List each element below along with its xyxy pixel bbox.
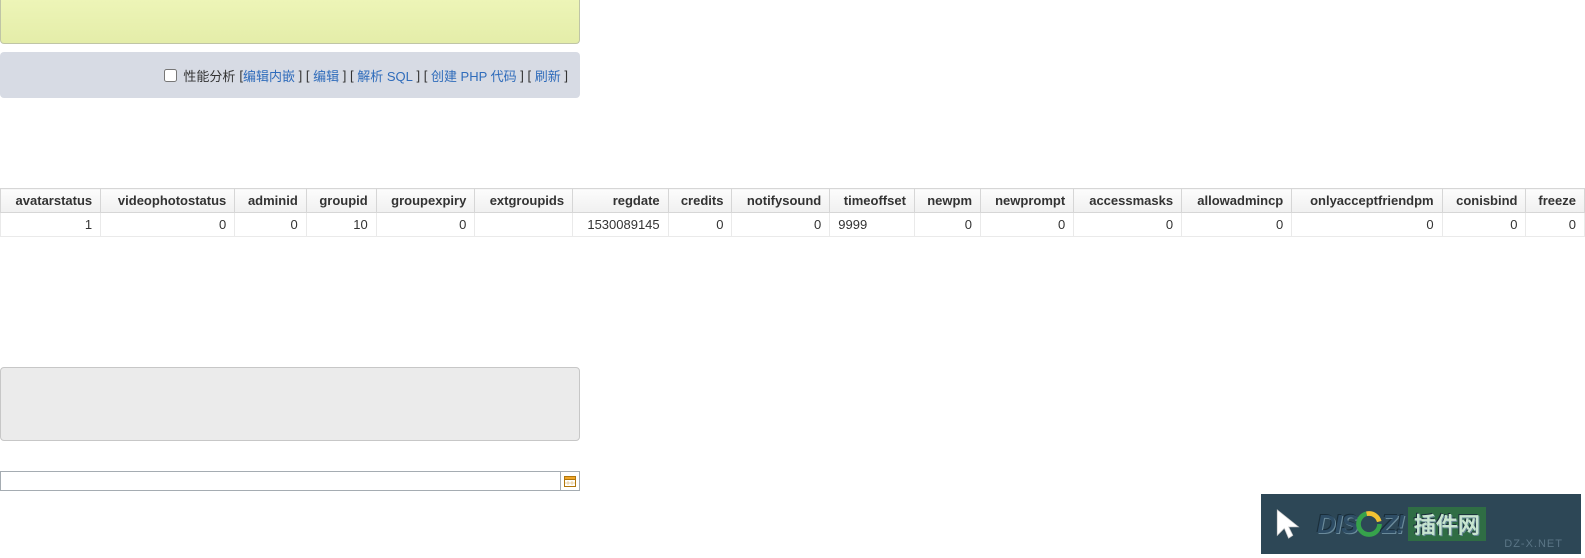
table-header-row: avatarstatusvideophotostatusadminidgroup… [1,189,1585,213]
cell-extgroupids[interactable] [475,213,573,237]
col-newpm[interactable]: newpm [914,189,980,213]
col-credits[interactable]: credits [668,189,732,213]
edit-inline-link[interactable]: 编辑内嵌 [243,66,295,85]
result-table-wrap: avatarstatusvideophotostatusadminidgroup… [0,188,1585,237]
cell-allowadmincp[interactable]: 0 [1182,213,1292,237]
watermark-badge: DIS Z! 插件网 DZ-X.NET [1261,494,1581,554]
col-timeoffset[interactable]: timeoffset [830,189,915,213]
cell-accessmasks[interactable]: 0 [1074,213,1182,237]
cell-groupexpiry[interactable]: 0 [376,213,475,237]
cell-regdate[interactable]: 1530089145 [573,213,669,237]
watermark-logo-text: DIS Z! 插件网 [1317,507,1486,541]
profiling-label: 性能分析 [183,66,235,85]
col-regdate[interactable]: regdate [573,189,669,213]
col-avatarstatus[interactable]: avatarstatus [1,189,101,213]
cell-notifysound[interactable]: 0 [732,213,830,237]
refresh-link[interactable]: 刷新 [535,66,561,85]
cell-newpm[interactable]: 0 [914,213,980,237]
col-notifysound[interactable]: notifysound [732,189,830,213]
cell-videophotostatus[interactable]: 0 [101,213,235,237]
cell-avatarstatus[interactable]: 1 [1,213,101,237]
sql-query-box [0,0,580,44]
col-groupid[interactable]: groupid [306,189,376,213]
query-textarea-panel[interactable] [0,367,580,441]
cell-newprompt[interactable]: 0 [981,213,1074,237]
edit-link[interactable]: 编辑 [313,66,339,85]
explain-sql-link[interactable]: 解析 SQL [357,66,413,85]
cursor-icon [1273,507,1307,541]
col-freeze[interactable]: freeze [1526,189,1585,213]
profiling-checkbox[interactable] [164,69,177,82]
cell-adminid[interactable]: 0 [235,213,307,237]
col-groupexpiry[interactable]: groupexpiry [376,189,475,213]
table-row: 10010015300891450099990000000 [1,213,1585,237]
cell-groupid[interactable]: 10 [306,213,376,237]
col-conisbind[interactable]: conisbind [1442,189,1526,213]
col-videophotostatus[interactable]: videophotostatus [101,189,235,213]
col-allowadmincp[interactable]: allowadmincp [1182,189,1292,213]
col-newprompt[interactable]: newprompt [981,189,1074,213]
col-accessmasks[interactable]: accessmasks [1074,189,1182,213]
col-extgroupids[interactable]: extgroupids [475,189,573,213]
cell-onlyacceptfriendpm[interactable]: 0 [1292,213,1442,237]
create-php-link[interactable]: 创建 PHP 代码 [431,66,517,85]
query-options-bar: 性能分析 [编辑内嵌 ] [ 编辑 ] [ 解析 SQL ] [ 创建 PHP … [0,52,580,98]
date-input[interactable] [0,471,560,491]
col-onlyacceptfriendpm[interactable]: onlyacceptfriendpm [1292,189,1442,213]
cell-credits[interactable]: 0 [668,213,732,237]
cell-freeze[interactable]: 0 [1526,213,1585,237]
cell-timeoffset[interactable]: 9999 [830,213,915,237]
calendar-icon[interactable] [560,471,580,491]
cell-conisbind[interactable]: 0 [1442,213,1526,237]
result-table: avatarstatusvideophotostatusadminidgroup… [0,188,1585,237]
watermark-subtext: DZ-X.NET [1504,538,1563,550]
col-adminid[interactable]: adminid [235,189,307,213]
date-input-row [0,471,580,491]
